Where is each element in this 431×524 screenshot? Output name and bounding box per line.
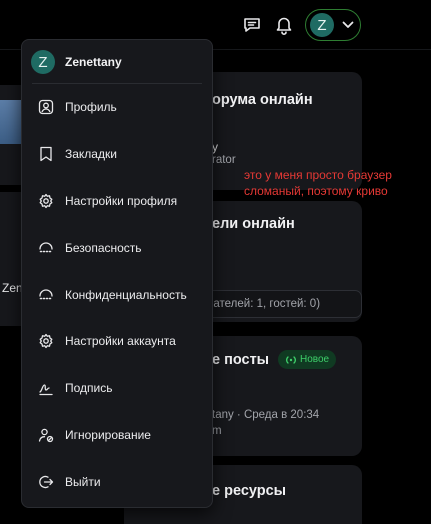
menu-item-privacy[interactable]: Конфиденциальность	[28, 278, 206, 312]
bell-icon[interactable]	[271, 12, 297, 38]
menu-item-label: Выйти	[65, 475, 101, 489]
gear-icon	[37, 192, 55, 210]
chevron-down-icon	[342, 21, 354, 29]
menu-item-signature[interactable]: Подпись	[28, 371, 206, 405]
account-dropdown: Z Zenettany Профиль Закладки Настройки п…	[21, 39, 213, 508]
privacy-icon	[37, 286, 55, 304]
menu-item-label: Безопасность	[65, 241, 142, 255]
logout-icon	[37, 473, 55, 491]
annotation-line-1: это у меня просто браузер	[244, 168, 392, 182]
menu-item-label: Настройки профиля	[65, 194, 178, 208]
shield-icon	[37, 239, 55, 257]
card-title: е ресурсы	[212, 483, 287, 499]
new-badge: Новое	[278, 350, 337, 369]
menu-item-ignore[interactable]: Игнорирование	[28, 418, 206, 452]
card-title: ели онлайн	[212, 216, 295, 232]
online-stats: ователей: 1, гостей: 0)	[192, 290, 362, 318]
left-username-fragment: Zen	[2, 281, 23, 295]
divider	[32, 83, 202, 84]
post-meta: tany · Среда в 20:34	[212, 409, 320, 421]
card-title: орума онлайн	[212, 92, 313, 108]
menu-item-label: Настройки аккаунта	[65, 334, 176, 348]
chat-icon[interactable]	[239, 12, 265, 38]
menu-item-profile[interactable]: Профиль	[28, 90, 206, 124]
menu-item-bookmarks[interactable]: Закладки	[28, 137, 206, 171]
avatar: Z	[310, 13, 334, 37]
account-menu-toggle[interactable]: Z	[305, 9, 361, 41]
signature-icon	[37, 379, 55, 397]
annotation-line-2: сломаный, поэтому криво	[244, 184, 388, 198]
gear-icon	[37, 332, 55, 350]
menu-item-logout[interactable]: Выйти	[28, 465, 206, 499]
menu-item-label: Конфиденциальность	[65, 288, 187, 302]
badge-label: Новое	[300, 354, 330, 365]
menu-item-security[interactable]: Безопасность	[28, 231, 206, 265]
bookmark-icon	[37, 145, 55, 163]
avatar: Z	[31, 50, 55, 74]
menu-item-label: Подпись	[65, 381, 113, 395]
card-title: е посты	[212, 352, 270, 368]
staff-role: rator	[212, 154, 236, 166]
menu-user-header[interactable]: Z Zenettany	[22, 40, 212, 84]
user-icon	[37, 98, 55, 116]
menu-item-profile-settings[interactable]: Настройки профиля	[28, 184, 206, 218]
menu-username: Zenettany	[65, 55, 122, 69]
signal-icon	[285, 355, 297, 365]
post-meta-2: m	[212, 425, 222, 437]
menu-item-label: Игнорирование	[65, 428, 151, 442]
stats-text: ователей: 1, гостей: 0)	[201, 298, 321, 310]
ignore-user-icon	[37, 426, 55, 444]
menu-item-label: Профиль	[65, 100, 117, 114]
menu-item-account-settings[interactable]: Настройки аккаунта	[28, 324, 206, 358]
menu-item-label: Закладки	[65, 147, 117, 161]
